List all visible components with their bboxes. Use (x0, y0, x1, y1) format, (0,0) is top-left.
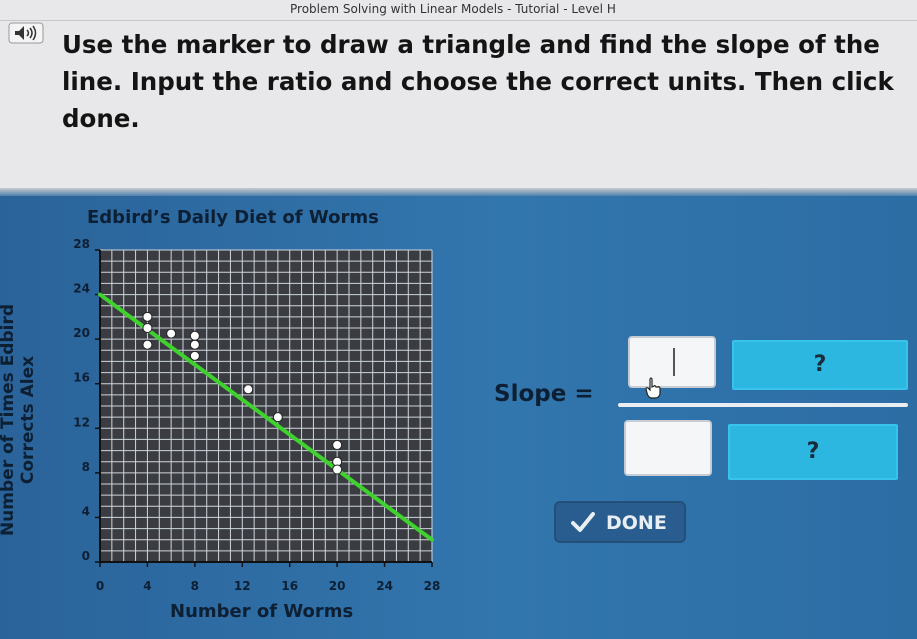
denominator-input[interactable] (624, 420, 712, 476)
numerator-unit-dropdown[interactable]: ? (732, 340, 908, 390)
x-tick-label: 0 (96, 579, 104, 593)
x-tick-label: 8 (191, 579, 199, 593)
hand-pointer-icon (645, 377, 661, 399)
numerator-input[interactable] (628, 336, 716, 388)
data-point (189, 330, 200, 341)
y-tick-label: 8 (82, 460, 90, 474)
x-tick-label: 4 (143, 579, 151, 593)
done-label: DONE (606, 512, 667, 534)
denominator-unit-dropdown[interactable]: ? (728, 424, 898, 480)
y-axis-label: Number of Times Edbird Corrects Alex (0, 303, 38, 537)
speaker-icon[interactable] (8, 22, 44, 44)
data-point (142, 323, 153, 333)
data-point (243, 384, 254, 395)
y-tick-label: 12 (73, 415, 90, 429)
data-point (272, 412, 283, 423)
y-tick-label: 20 (73, 326, 90, 340)
title-divider (0, 20, 917, 21)
data-point (332, 464, 343, 475)
data-point (166, 328, 177, 339)
instruction-panel: Problem Solving with Linear Models - Tut… (0, 0, 917, 198)
data-point (142, 311, 153, 322)
data-point (189, 350, 200, 361)
y-tick-label: 4 (82, 504, 90, 518)
denominator-unit-value: ? (806, 439, 820, 464)
scatter-chart[interactable]: 0 4 8 12 16 20 24 28 0 4 8 12 16 20 24 28 (60, 226, 445, 608)
fraction-bar (618, 403, 908, 407)
x-tick-label: 20 (329, 579, 346, 593)
y-tick-label: 28 (73, 237, 90, 251)
text-caret (673, 348, 675, 376)
data-point (189, 339, 200, 350)
y-tick-label: 0 (82, 549, 90, 563)
check-icon (571, 512, 595, 532)
x-tick-label: 12 (234, 579, 251, 593)
x-tick-label: 28 (424, 579, 441, 593)
instructions-text: Use the marker to draw a triangle and fi… (62, 30, 894, 133)
numerator-unit-value: ? (813, 352, 827, 377)
y-tick-label: 24 (73, 282, 90, 296)
slope-label: Slope = (494, 381, 594, 407)
chart-title: Edbird’s Daily Diet of Worms (87, 207, 379, 228)
x-tick-label: 24 (376, 579, 393, 593)
window-title: Problem Solving with Linear Models - Tut… (290, 2, 616, 16)
x-tick-label: 16 (281, 579, 298, 593)
data-point (142, 339, 153, 350)
done-button[interactable]: DONE (554, 501, 686, 543)
y-tick-label: 16 (73, 371, 90, 385)
data-point (332, 440, 343, 450)
